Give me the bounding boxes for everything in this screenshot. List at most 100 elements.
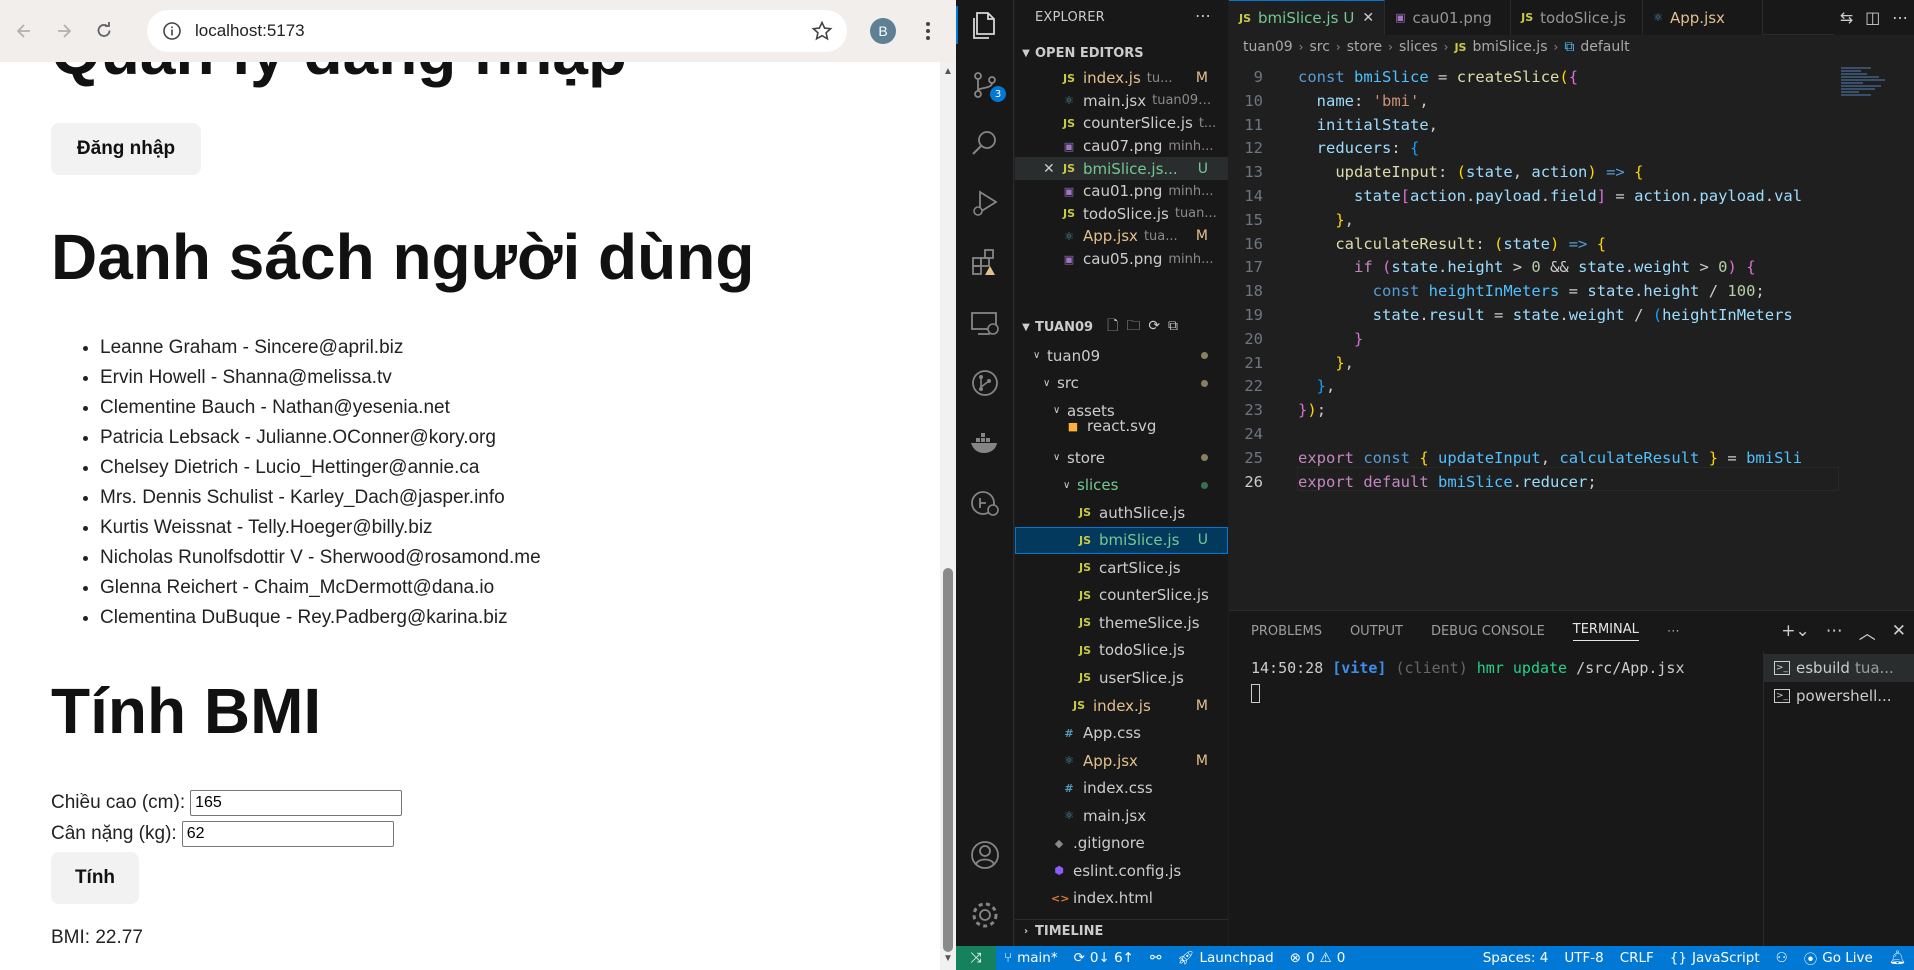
- browser-menu-icon[interactable]: [915, 18, 941, 44]
- tab-debug-console[interactable]: DEBUG CONSOLE: [1431, 624, 1545, 639]
- open-editor-item[interactable]: ▣ cau07.png minh...: [1015, 135, 1228, 158]
- address-bar[interactable]: localhost:5173: [147, 10, 847, 52]
- breadcrumb-item[interactable]: slices: [1399, 39, 1438, 55]
- file-index-css[interactable]: # index.css: [1015, 775, 1228, 803]
- site-info-icon[interactable]: [161, 20, 183, 42]
- open-editor-item[interactable]: JS todoSlice.js tuan...: [1015, 203, 1228, 226]
- open-editor-item[interactable]: ▣ cau05.png minh...: [1015, 248, 1228, 271]
- code-editor[interactable]: 9 const bmiSlice = createSlice({ 10 name:…: [1229, 66, 1839, 494]
- open-editor-item[interactable]: JS counterSlice.js t...: [1015, 112, 1228, 135]
- url-text[interactable]: localhost:5173: [195, 21, 305, 41]
- encoding-indicator[interactable]: UTF-8: [1556, 950, 1611, 966]
- docker-icon[interactable]: [968, 426, 1002, 460]
- account-icon[interactable]: [968, 838, 1002, 872]
- file-react-svg[interactable]: ■ react.svg: [1015, 418, 1228, 434]
- file-app-css[interactable]: # App.css: [1015, 720, 1228, 748]
- git-graph-icon[interactable]: [968, 366, 1002, 400]
- file-eslint[interactable]: ⬢ eslint.config.js: [1015, 857, 1228, 885]
- file-gitignore[interactable]: ◆ .gitignore: [1015, 830, 1228, 858]
- file-main-jsx[interactable]: ⚛ main.jsx: [1015, 802, 1228, 830]
- notifications-icon[interactable]: 🔔︎: [1881, 950, 1914, 966]
- open-editor-item[interactable]: ▣ cau01.png minh...: [1015, 180, 1228, 203]
- file-slice[interactable]: JS userSlice.js: [1015, 664, 1228, 692]
- file-slice[interactable]: JS counterSlice.js: [1015, 582, 1228, 610]
- terminal-item-esbuild[interactable]: >_ esbuild tua...: [1764, 654, 1914, 682]
- new-terminal-icon[interactable]: +⌄: [1781, 621, 1810, 641]
- terminal-output[interactable]: 14:50:28 [vite] (client) hmr update /src…: [1251, 659, 1685, 677]
- file-slice[interactable]: JS cartSlice.js: [1015, 554, 1228, 582]
- weight-input[interactable]: [181, 821, 394, 847]
- file-store-index[interactable]: JS index.js M: [1015, 692, 1228, 720]
- extensions-icon[interactable]: [968, 246, 1002, 280]
- page-scrollbar[interactable]: ▲ ▼: [940, 62, 956, 970]
- breadcrumb-item[interactable]: default: [1580, 39, 1629, 55]
- compare-icon[interactable]: ⇆: [1840, 8, 1853, 27]
- tab-problems[interactable]: PROBLEMS: [1251, 624, 1322, 639]
- file-slice[interactable]: JS authSlice.js: [1015, 499, 1228, 527]
- remote-indicator-icon[interactable]: ⤨: [956, 946, 996, 970]
- scroll-down-icon[interactable]: ▼: [943, 954, 953, 964]
- tab-terminal[interactable]: TERMINAL: [1572, 622, 1639, 641]
- maximize-panel-icon[interactable]: ︿: [1859, 619, 1876, 644]
- source-control-icon[interactable]: 3: [968, 68, 1006, 102]
- minimap[interactable]: [1841, 66, 1901, 126]
- file-slice[interactable]: JS themeSlice.js: [1015, 609, 1228, 637]
- run-debug-icon[interactable]: [968, 186, 1002, 220]
- settings-gear-icon[interactable]: [968, 898, 1002, 932]
- folder-src[interactable]: ∨ src: [1015, 370, 1228, 398]
- tab-app-jsx[interactable]: ⚛ App.jsx: [1643, 0, 1764, 35]
- scrollbar-thumb[interactable]: [943, 568, 953, 952]
- remote-explorer-icon[interactable]: [968, 306, 1002, 340]
- breadcrumb-item[interactable]: src: [1309, 39, 1329, 55]
- breadcrumb-item[interactable]: bmiSlice.js: [1472, 39, 1547, 55]
- panel-more-icon[interactable]: ⋯: [1667, 624, 1680, 639]
- open-editors-header[interactable]: ▼ OPEN EDITORS: [1015, 41, 1228, 65]
- sync-indicator[interactable]: ⟳ 0↓ 6↑: [1066, 950, 1142, 966]
- tab-bmislice[interactable]: JS bmiSlice.js U ✕: [1229, 0, 1386, 35]
- forward-icon[interactable]: [44, 11, 84, 51]
- workspace-header[interactable]: ▼ TUAN09 🗋🗀⟳⧉: [1015, 315, 1228, 339]
- breadcrumb-item[interactable]: tuan09: [1243, 39, 1293, 55]
- open-editor-item[interactable]: ⚛ App.jsx tua... M: [1015, 225, 1228, 248]
- terminal-item-powershell[interactable]: >_ powershell...: [1764, 682, 1914, 710]
- launchpad-button[interactable]: 🚀︎ Launchpad: [1169, 950, 1281, 966]
- explorer-actions-icons[interactable]: 🗋🗀⟳⧉: [1107, 315, 1186, 339]
- tab-todoslice[interactable]: JS todoSlice.js: [1511, 0, 1644, 35]
- explorer-icon[interactable]: [968, 8, 1002, 42]
- reload-icon[interactable]: [84, 11, 124, 51]
- copilot-icon[interactable]: ⚇: [1768, 950, 1796, 966]
- tab-output[interactable]: OUTPUT: [1350, 624, 1403, 639]
- timeline-header[interactable]: › TIMELINE: [1015, 919, 1228, 943]
- git-graph-status[interactable]: ⚯: [1142, 950, 1169, 966]
- more-actions-icon[interactable]: ⋯: [1892, 8, 1908, 27]
- file-index-html[interactable]: <> index.html: [1015, 885, 1228, 913]
- more-actions-icon[interactable]: ⋯: [1195, 6, 1211, 25]
- close-icon[interactable]: ✕: [1362, 10, 1374, 26]
- height-input[interactable]: [190, 790, 403, 816]
- file-slice[interactable]: JS todoSlice.js: [1015, 637, 1228, 665]
- branch-indicator[interactable]: ⑂ main*: [996, 950, 1066, 966]
- login-button[interactable]: Đăng nhập: [51, 123, 201, 175]
- file-slice[interactable]: JS bmiSlice.js U: [1015, 526, 1228, 554]
- close-icon[interactable]: ✕: [1043, 161, 1055, 177]
- open-editor-item[interactable]: ⚛ main.jsx tuan09\...: [1015, 90, 1228, 113]
- folder-store[interactable]: ∨ store: [1015, 444, 1228, 472]
- close-panel-icon[interactable]: ✕: [1892, 621, 1906, 641]
- breadcrumb-item[interactable]: store: [1347, 39, 1382, 55]
- profile-avatar[interactable]: B: [870, 18, 896, 44]
- bookmark-star-icon[interactable]: [811, 20, 833, 42]
- file-app-jsx[interactable]: ⚛ App.jsx M: [1015, 747, 1228, 775]
- open-editor-item[interactable]: ✕ JS bmiSlice.js... U: [1015, 157, 1228, 180]
- search-icon[interactable]: [968, 127, 1002, 161]
- folder-tuan09[interactable]: ∨ tuan09: [1015, 342, 1228, 370]
- eol-indicator[interactable]: CRLF: [1612, 950, 1662, 966]
- more-actions-icon[interactable]: ⋯: [1826, 621, 1843, 641]
- tab-cau01[interactable]: ▣ cau01.png: [1385, 0, 1512, 35]
- go-live-button[interactable]: ⦿ Go Live: [1796, 948, 1881, 968]
- calculate-button[interactable]: Tính: [51, 852, 139, 904]
- problems-indicator[interactable]: ⊗ 0 ⚠ 0: [1282, 950, 1354, 966]
- indentation-indicator[interactable]: Spaces: 4: [1475, 950, 1557, 966]
- scroll-up-icon[interactable]: ▲: [943, 67, 953, 77]
- split-editor-icon[interactable]: ◫: [1865, 8, 1880, 27]
- open-editor-item[interactable]: JS index.js tu... M: [1015, 67, 1228, 90]
